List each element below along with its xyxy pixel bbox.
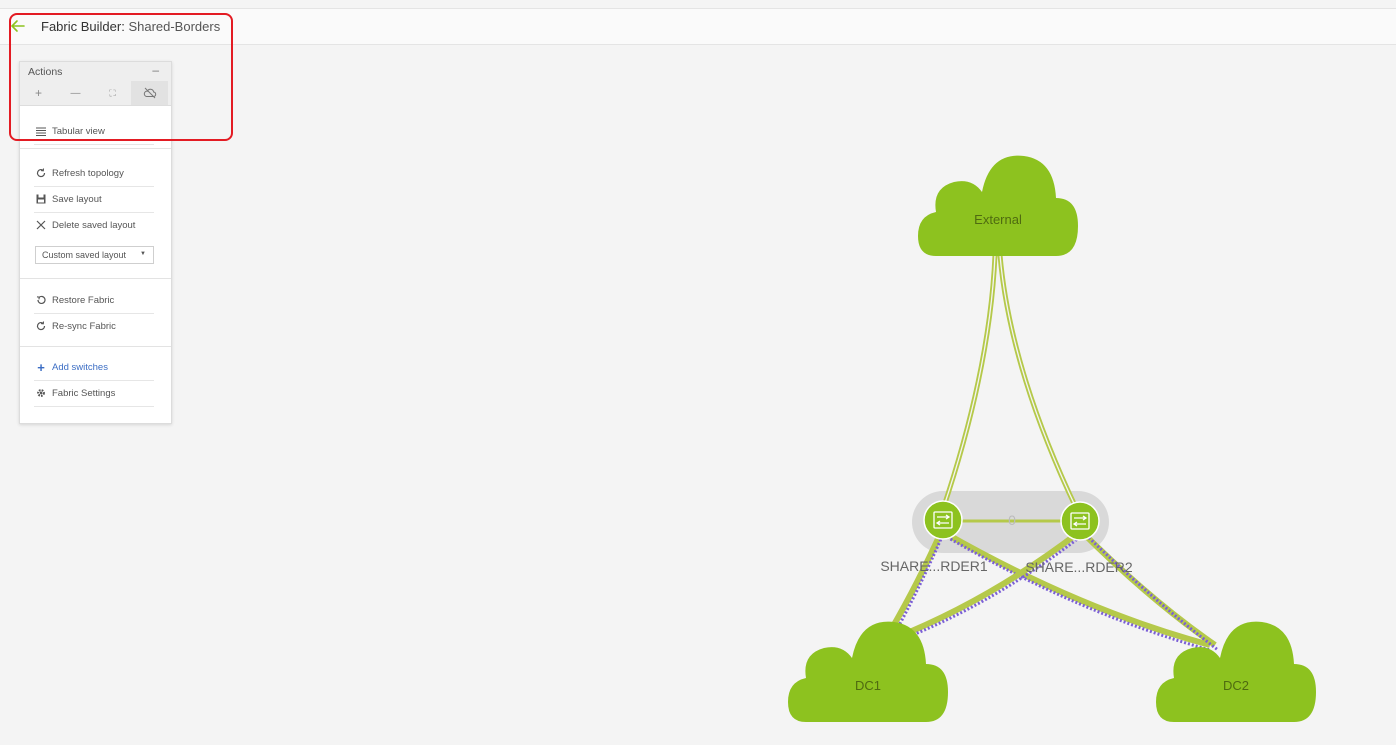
links [882, 254, 1219, 652]
cloud-dc1[interactable]: DC1 [788, 621, 948, 722]
switch-border2-label: SHARE...RDER2 [1025, 559, 1133, 575]
link-external-border2[interactable] [997, 254, 1081, 514]
cloud-dc1-label: DC1 [855, 678, 881, 693]
cloud-external-label: External [974, 212, 1022, 227]
topology-canvas: 0 External DC1 DC2 SHARE...RDER1 SHARE..… [788, 155, 1316, 722]
vpc-pair-label: 0 [1008, 512, 1016, 528]
switch-border1-label: SHARE...RDER1 [880, 558, 988, 574]
cloud-external[interactable]: External [918, 155, 1078, 256]
cloud-dc2-label: DC2 [1223, 678, 1249, 693]
link-external-border1[interactable] [939, 254, 998, 513]
